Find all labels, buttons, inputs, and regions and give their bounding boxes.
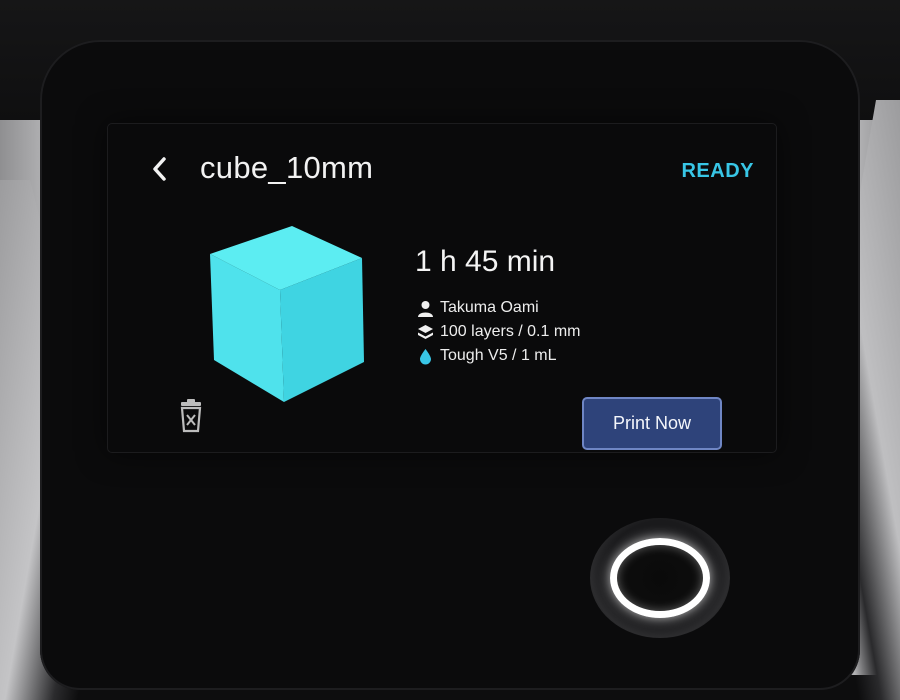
status-badge: READY: [681, 160, 754, 182]
job-details: Takuma Oami 100 layers / 0.1 mm Tough V5…: [417, 296, 581, 368]
layers-icon: [418, 324, 433, 339]
owner-name: Takuma Oami: [440, 299, 539, 316]
print-now-button[interactable]: Print Now: [582, 397, 722, 450]
user-icon: [418, 300, 433, 317]
model-preview-cube: [210, 226, 364, 402]
trash-icon[interactable]: [176, 398, 206, 434]
layer-info: 100 layers / 0.1 mm: [440, 323, 581, 340]
resin-info: Tough V5 / 1 mL: [440, 347, 557, 364]
print-duration: 1 h 45 min: [415, 245, 556, 278]
detail-resin: Tough V5 / 1 mL: [417, 344, 581, 368]
detail-layers: 100 layers / 0.1 mm: [417, 320, 581, 344]
hardware-ring-button[interactable]: [610, 538, 710, 618]
chevron-left-icon[interactable]: [146, 152, 174, 186]
job-title: cube_10mm: [200, 150, 374, 185]
droplet-icon: [420, 348, 431, 364]
detail-owner: Takuma Oami: [417, 296, 581, 320]
touch-screen: cube_10mm READY 1 h 45 min Takuma Oami 1…: [108, 124, 776, 452]
